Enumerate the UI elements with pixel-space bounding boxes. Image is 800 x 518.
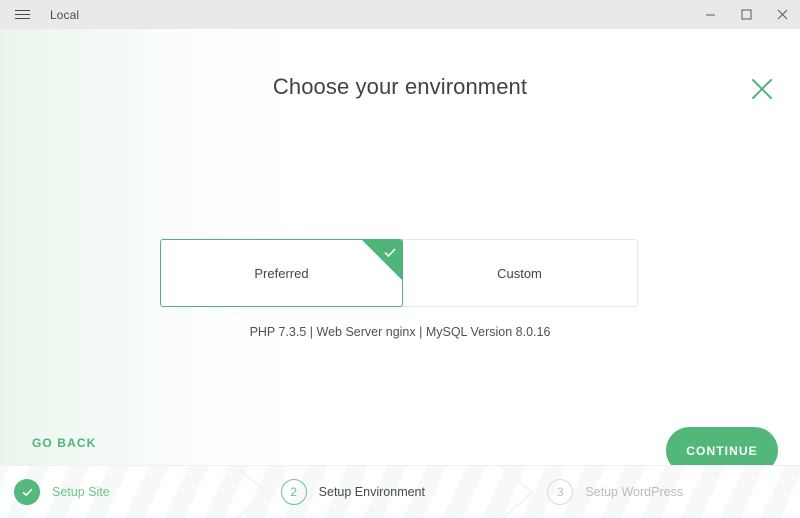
check-icon — [362, 240, 402, 280]
local-app-window: Local Choose your environment Preferred — [0, 0, 800, 518]
close-icon[interactable] — [764, 0, 800, 29]
title-bar: Local — [0, 0, 800, 29]
continue-button[interactable]: CONTINUE — [666, 427, 778, 465]
close-icon[interactable] — [744, 71, 780, 107]
hamburger-bar — [14, 18, 30, 19]
environment-card-group: Preferred Custom — [160, 239, 639, 307]
hamburger-icon[interactable] — [0, 0, 44, 29]
go-back-button[interactable]: GO BACK — [32, 436, 96, 450]
step-marker-todo: 3 — [547, 479, 574, 505]
step-label: Setup WordPress — [585, 485, 684, 499]
sidebar-item-setup-wordpress[interactable]: 3 Setup WordPress — [533, 466, 800, 518]
step-chevron-icon — [233, 466, 268, 518]
step-chevron-icon — [500, 466, 535, 518]
step-label: Setup Site — [52, 485, 110, 499]
sidebar-item-setup-site[interactable]: Setup Site — [0, 466, 268, 518]
main-content: Choose your environment Preferred Custom — [0, 29, 800, 465]
step-marker-done — [14, 479, 40, 505]
app-title: Local — [50, 7, 80, 22]
window-controls — [692, 0, 800, 29]
environment-card-label: Preferred — [254, 265, 309, 281]
hamburger-bar — [14, 10, 30, 11]
environment-summary: PHP 7.3.5 | Web Server nginx | MySQL Ver… — [249, 325, 551, 339]
environment-card-preferred[interactable]: Preferred — [160, 239, 403, 307]
step-marker-active: 2 — [280, 479, 307, 505]
minimize-icon[interactable] — [692, 0, 728, 29]
environment-card-label: Custom — [497, 265, 542, 281]
page-title: Choose your environment — [272, 74, 528, 99]
hamburger-bar — [14, 14, 30, 15]
environment-card-custom[interactable]: Custom — [402, 239, 638, 307]
step-label: Setup Environment — [318, 485, 425, 499]
maximize-icon[interactable] — [728, 0, 764, 29]
setup-stepper: Setup Site 2 Setup Environment 3 Setup W… — [0, 465, 800, 518]
sidebar-item-setup-environment[interactable]: 2 Setup Environment — [267, 466, 535, 518]
